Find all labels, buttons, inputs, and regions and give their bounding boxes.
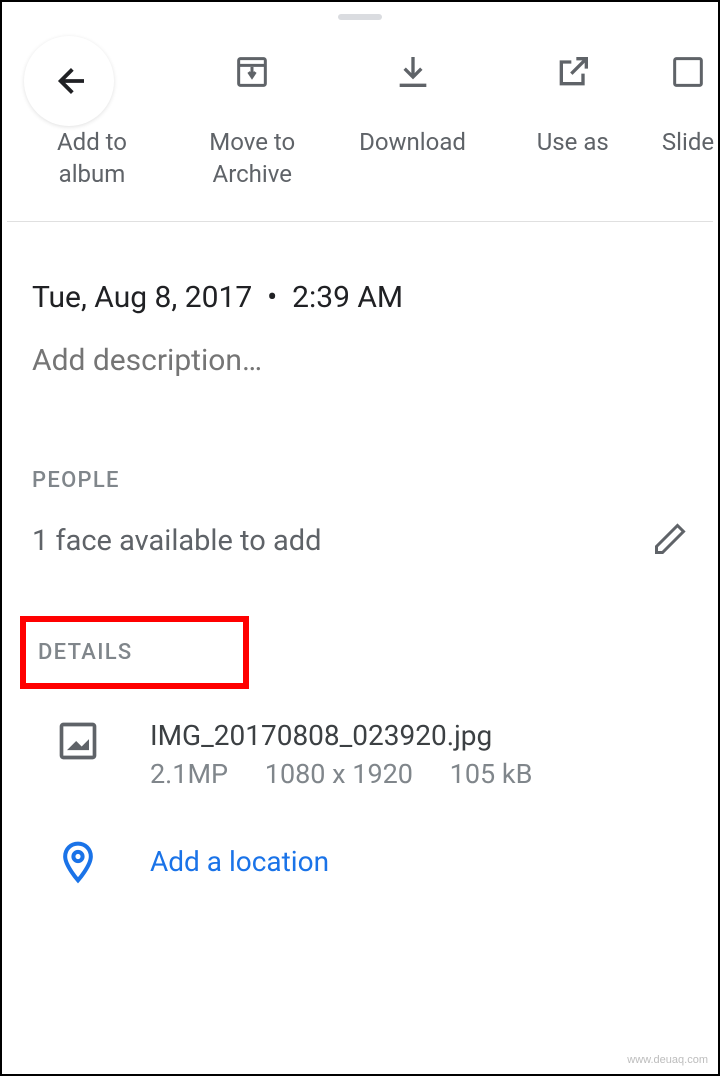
divider [7, 221, 713, 222]
file-meta: 2.1MP 1080 x 1920 105 kB [150, 758, 562, 790]
image-icon [56, 719, 100, 763]
action-label: Download [359, 126, 466, 158]
use-as-button[interactable]: Use as [503, 42, 643, 158]
resolution-text: 1080 x 1920 [265, 758, 413, 790]
slideshow-icon [668, 52, 708, 92]
people-section-header: PEOPLE [32, 468, 688, 493]
watermark: www.deuaq.com [627, 1054, 708, 1066]
arrow-left-icon [49, 61, 89, 101]
photo-date: Tue, Aug 8, 2017 [32, 280, 252, 315]
add-location-button[interactable]: Add a location [32, 840, 688, 884]
description-input[interactable] [32, 343, 688, 378]
slideshow-button[interactable]: Slide [658, 42, 718, 158]
download-button[interactable]: Download [343, 42, 483, 158]
action-label: Use as [537, 126, 609, 158]
add-location-text: Add a location [150, 845, 329, 878]
move-to-archive-button[interactable]: Move to Archive [182, 42, 322, 191]
download-icon [393, 52, 433, 92]
edit-people-button[interactable] [652, 521, 688, 561]
filesize-text: 105 kB [450, 758, 533, 790]
back-button[interactable] [24, 36, 114, 126]
action-label: Move to Archive [209, 126, 295, 191]
details-highlight-box: DETAILS [20, 616, 249, 689]
photo-time: 2:39 AM [292, 280, 403, 315]
archive-icon [232, 52, 272, 92]
megapixels-text: 2.1MP [150, 758, 228, 790]
use-as-icon [553, 52, 593, 92]
location-pin-icon [56, 840, 100, 884]
action-label: Add to album [57, 126, 127, 191]
filename-text: IMG_20170808_023920.jpg [150, 719, 562, 752]
file-details-row: IMG_20170808_023920.jpg 2.1MP 1080 x 192… [32, 719, 688, 790]
pencil-icon [652, 521, 688, 557]
photo-datetime: Tue, Aug 8, 2017 • 2:39 AM [32, 280, 688, 315]
drag-handle[interactable] [338, 14, 382, 20]
action-label: Slide [662, 126, 714, 158]
faces-available-text[interactable]: 1 face available to add [32, 524, 321, 558]
details-section-header: DETAILS [38, 640, 133, 665]
